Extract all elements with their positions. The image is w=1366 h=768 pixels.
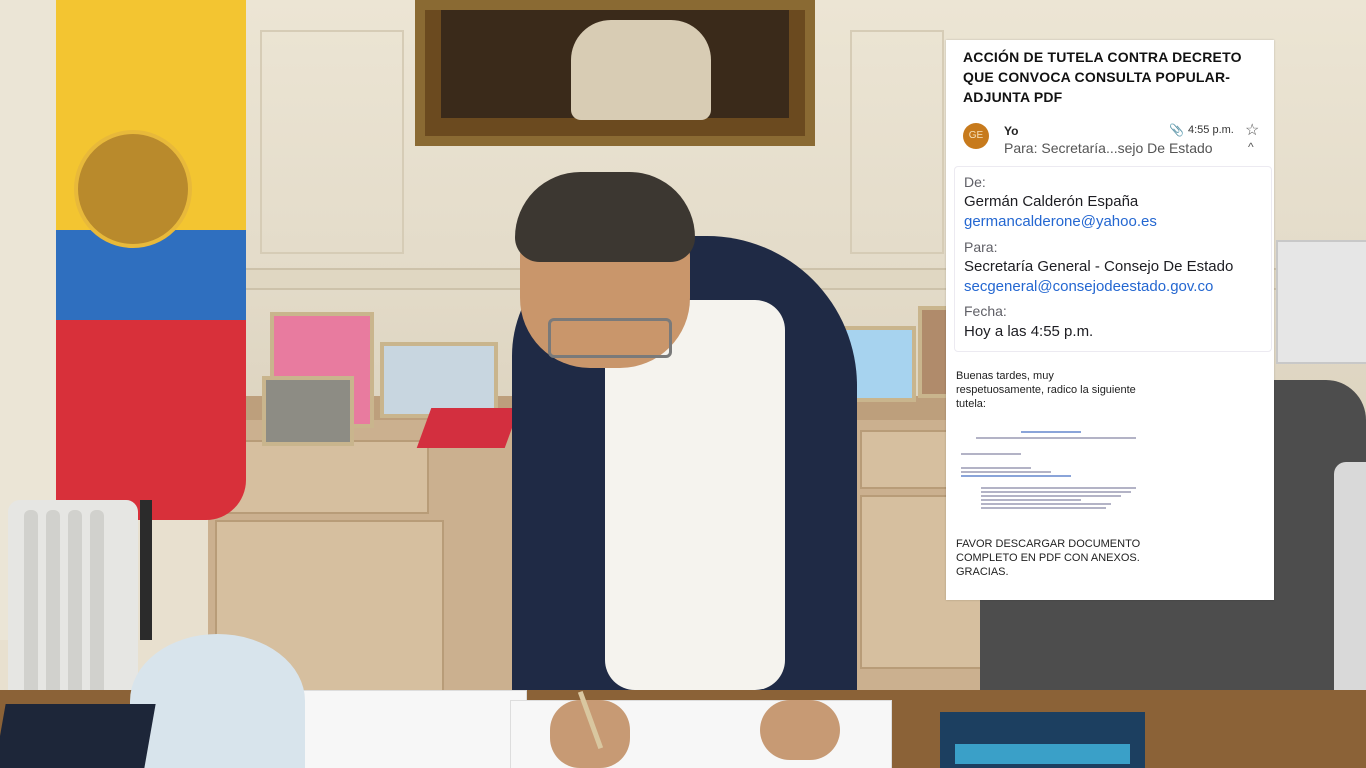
paperclip-icon: 📎 (1169, 123, 1184, 137)
colombian-flag (56, 0, 246, 520)
right-hand (760, 700, 840, 760)
red-card (416, 408, 520, 448)
attached-document-preview[interactable] (956, 427, 1146, 527)
email-body-greeting: Buenas tardes, muy respetuosamente, radi… (956, 370, 1136, 410)
book (0, 704, 156, 768)
wall-panel (850, 30, 944, 254)
sender-avatar[interactable]: GE (963, 123, 989, 149)
globe-booklet (130, 634, 305, 768)
to-label: Para: (964, 239, 998, 255)
chevron-up-icon[interactable]: ^ (1248, 140, 1254, 154)
recipient-summary[interactable]: Para: Secretaría...sejo De Estado (1004, 140, 1213, 156)
left-hand (550, 700, 630, 768)
document-stack (300, 690, 527, 768)
email-details-panel: De: Germán Calderón España germancaldero… (954, 166, 1272, 352)
email-time: 4:55 p.m. (1188, 124, 1234, 136)
man-hair (515, 172, 695, 262)
to-email-link[interactable]: secgeneral@consejodeestado.gov.co (964, 278, 1213, 295)
date-label: Fecha: (964, 303, 1007, 319)
email-subject: ACCIÓN DE TUTELA CONTRA DECRETO QUE CONV… (963, 49, 1242, 105)
date-value: Hoy a las 4:55 p.m. (964, 323, 1094, 340)
from-name: Germán Calderón España (964, 193, 1139, 210)
photo-frame (262, 376, 354, 446)
wall-panel (260, 30, 404, 254)
photo-frame (380, 342, 498, 418)
to-name: Secretaría General - Consejo De Estado (964, 258, 1234, 275)
flag-crest (74, 130, 192, 248)
printer (1276, 240, 1366, 364)
flag-pole (140, 500, 152, 640)
eyeglasses (548, 318, 672, 358)
email-body-footer: FAVOR DESCARGAR DOCUMENTO COMPLETO EN PD… (956, 538, 1141, 578)
email-screenshot: ACCIÓN DE TUTELA CONTRA DECRETO QUE CONV… (946, 40, 1274, 600)
from-label: De: (964, 174, 986, 190)
sender-name: Yo (1004, 124, 1019, 138)
from-email-link[interactable]: germancalderone@yahoo.es (964, 213, 1157, 230)
drawer (215, 440, 429, 514)
star-icon[interactable]: ☆ (1245, 120, 1259, 140)
portrait-painting (415, 0, 815, 146)
